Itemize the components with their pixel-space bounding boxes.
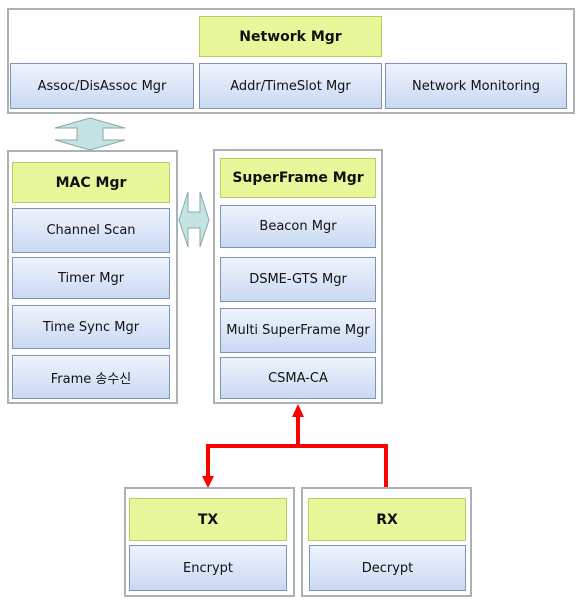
vertical-bidirectional-arrow <box>54 117 126 151</box>
horizontal-bidirectional-arrow <box>178 191 210 248</box>
red-connector <box>206 415 388 487</box>
arrowhead-down <box>202 476 214 488</box>
arrowhead-up <box>292 404 304 417</box>
